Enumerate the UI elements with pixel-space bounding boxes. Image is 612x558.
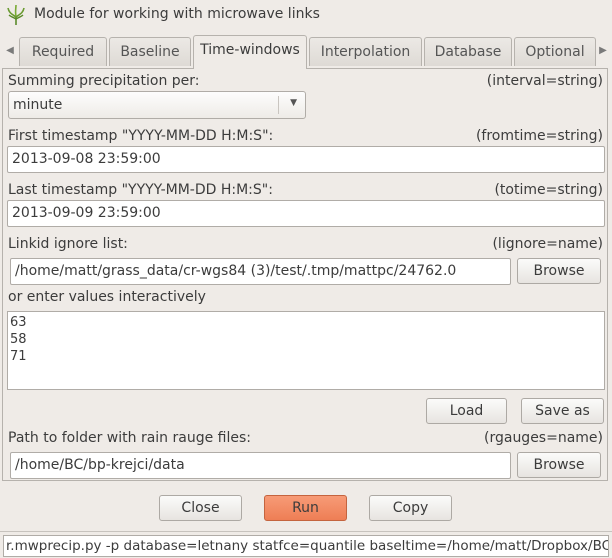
run-button[interactable]: Run: [264, 495, 347, 521]
tab-required[interactable]: Required: [19, 37, 107, 66]
interval-hint: (interval=string): [486, 73, 603, 89]
lignore-input[interactable]: /home/matt/grass_data/cr-wgs84 (3)/test/…: [10, 258, 511, 285]
tab-interpolation[interactable]: Interpolation: [309, 37, 422, 66]
save-as-button[interactable]: Save as: [521, 398, 604, 424]
lignore-values-textarea[interactable]: 63 58 71: [7, 311, 605, 390]
tab-time-windows[interactable]: Time-windows: [193, 35, 307, 69]
fromtime-input[interactable]: 2013-09-08 23:59:00: [7, 146, 605, 173]
grass-logo-icon: [7, 4, 25, 25]
status-bar: r.mwprecip.py -p database=letnany statfc…: [0, 531, 612, 558]
tab-scroll-right-icon[interactable]: ▶: [597, 41, 609, 61]
interactive-label: or enter values interactively: [8, 289, 206, 305]
textarea-line: 71: [10, 349, 27, 364]
tab-baseline[interactable]: Baseline: [109, 37, 191, 66]
interval-value: minute: [13, 97, 63, 113]
textarea-line: 58: [10, 332, 27, 347]
title-bar: Module for working with microwave links: [0, 0, 612, 32]
tab-database[interactable]: Database: [424, 37, 512, 66]
lignore-browse-button[interactable]: Browse: [517, 258, 601, 284]
copy-button[interactable]: Copy: [369, 495, 452, 521]
rgauges-input[interactable]: /home/BC/bp-krejci/data: [10, 452, 511, 479]
lignore-hint: (lignore=name): [492, 236, 603, 252]
command-line-text[interactable]: r.mwprecip.py -p database=letnany statfc…: [3, 535, 609, 557]
rgauges-hint: (rgauges=name): [484, 430, 603, 446]
lignore-label: Linkid ignore list:: [8, 236, 128, 252]
interval-label: Summing precipitation per:: [8, 73, 200, 89]
fromtime-hint: (fromtime=string): [475, 128, 603, 144]
combo-separator: [278, 96, 279, 114]
interval-combobox[interactable]: minute ▼: [8, 91, 306, 119]
totime-hint: (totime=string): [494, 182, 603, 198]
window-title: Module for working with microwave links: [34, 6, 320, 22]
tab-scroll-left-icon[interactable]: ◀: [4, 41, 16, 61]
tab-optional[interactable]: Optional: [514, 37, 596, 66]
close-button[interactable]: Close: [159, 495, 242, 521]
totime-label: Last timestamp "YYYY-MM-DD H:M:S":: [8, 182, 273, 198]
textarea-line: 63: [10, 315, 27, 330]
load-button[interactable]: Load: [426, 398, 507, 424]
chevron-down-icon[interactable]: ▼: [290, 98, 297, 108]
totime-input[interactable]: 2013-09-09 23:59:00: [7, 200, 605, 227]
rgauges-browse-button[interactable]: Browse: [517, 452, 601, 478]
fromtime-label: First timestamp "YYYY-MM-DD H:M:S":: [8, 128, 274, 144]
rgauges-label: Path to folder with rain rauge files:: [8, 430, 251, 446]
